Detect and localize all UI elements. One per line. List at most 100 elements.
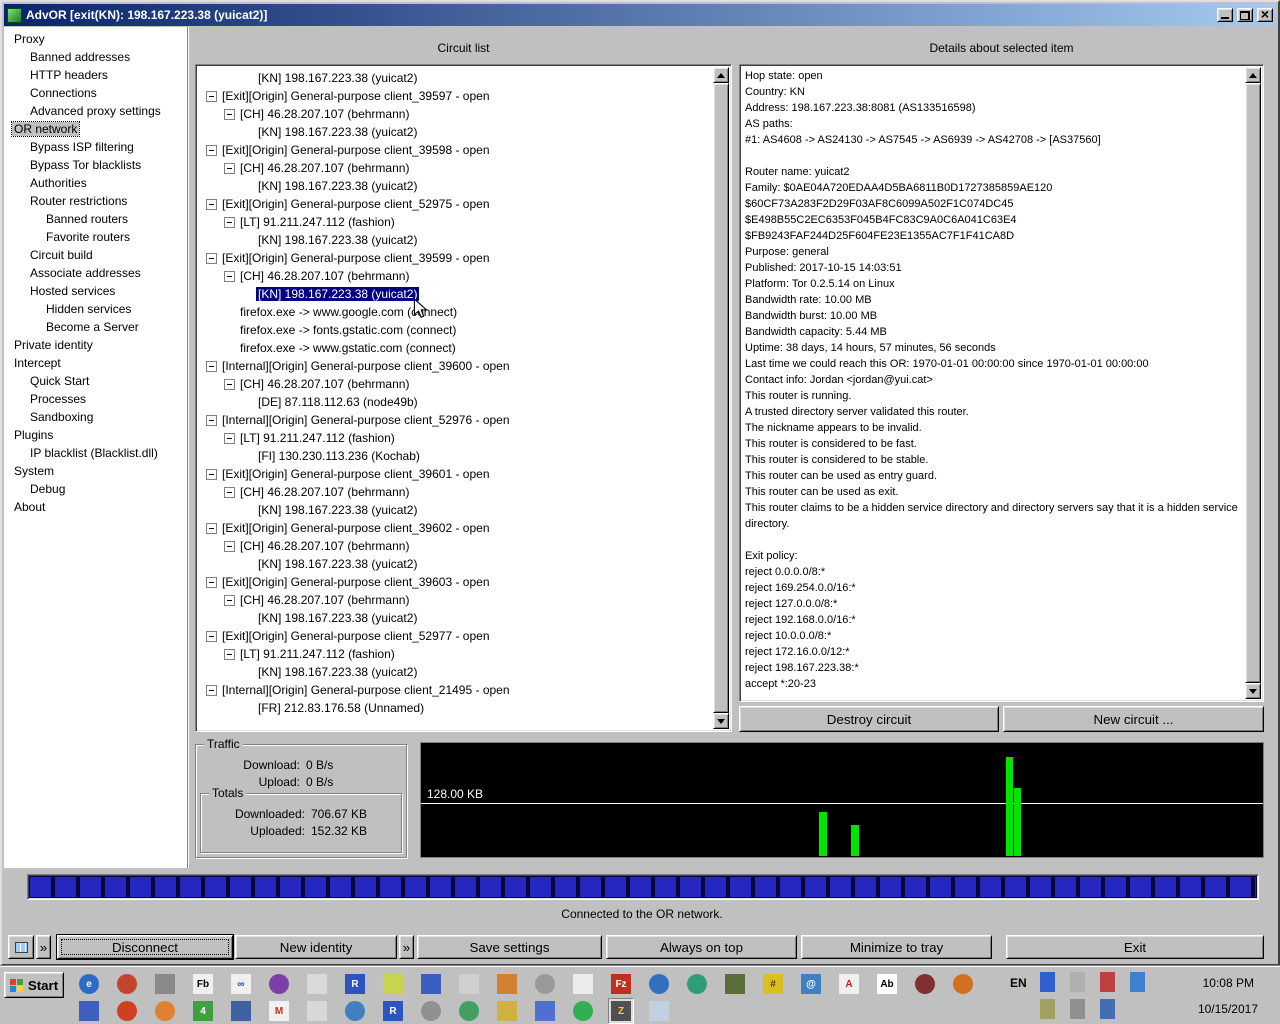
- tree-collapse-icon[interactable]: [206, 576, 217, 588]
- sidebar-item[interactable]: Processes: [4, 390, 187, 408]
- app-icon-8[interactable]: R: [342, 971, 368, 997]
- app-icon-b9[interactable]: R: [380, 998, 406, 1024]
- app-icon-17[interactable]: [684, 971, 710, 997]
- circuit-tree-item[interactable]: [FI] 130.230.113.236 (Kochab): [198, 447, 711, 465]
- sidebar-item[interactable]: Sandboxing: [4, 408, 187, 426]
- tree-collapse-icon[interactable]: [206, 90, 217, 102]
- mail-icon[interactable]: M: [266, 998, 292, 1024]
- sidebar-item[interactable]: OR network: [4, 120, 187, 138]
- circuit-tree-item[interactable]: [KN] 198.167.223.38 (yuicat2): [198, 285, 711, 303]
- scroll-thumb[interactable]: [713, 83, 729, 713]
- circuit-tree-item[interactable]: [DE] 87.118.112.63 (node49b): [198, 393, 711, 411]
- always-on-top-button[interactable]: Always on top: [606, 935, 797, 959]
- circuit-tree-item[interactable]: [Exit][Origin] General-purpose client_39…: [198, 573, 711, 591]
- app-icon-b5[interactable]: [228, 998, 254, 1024]
- sidebar-item[interactable]: Proxy: [4, 30, 187, 48]
- details-panel[interactable]: Hop state: open Country: KN Address: 198…: [739, 64, 1264, 702]
- circuit-tree-item[interactable]: [Exit][Origin] General-purpose client_39…: [198, 465, 711, 483]
- circuit-tree-item[interactable]: [Internal][Origin] General-purpose clien…: [198, 411, 711, 429]
- filezilla-taskbar-button[interactable]: Z: [608, 998, 634, 1024]
- app-icon-b3[interactable]: [152, 998, 178, 1024]
- tree-collapse-icon[interactable]: [224, 162, 235, 174]
- destroy-circuit-button[interactable]: Destroy circuit: [739, 706, 999, 732]
- app-icon-14[interactable]: [570, 971, 596, 997]
- scroll-thumb[interactable]: [1245, 83, 1261, 683]
- tree-collapse-icon[interactable]: [206, 360, 217, 372]
- filezilla-icon[interactable]: Fz: [608, 971, 634, 997]
- circuit-tree-item[interactable]: [Exit][Origin] General-purpose client_52…: [198, 195, 711, 213]
- app-icon-b4[interactable]: 4: [190, 998, 216, 1024]
- sidebar-item[interactable]: Hidden services: [4, 300, 187, 318]
- firebird-icon[interactable]: Fb: [190, 971, 216, 997]
- circuit-tree-item[interactable]: [FR] 212.83.176.58 (Unnamed): [198, 699, 711, 717]
- sidebar-item[interactable]: About: [4, 498, 187, 516]
- tree-collapse-icon[interactable]: [224, 108, 235, 120]
- scroll-down-button[interactable]: [1245, 683, 1261, 699]
- tree-collapse-icon[interactable]: [206, 468, 217, 480]
- tree-collapse-icon[interactable]: [206, 252, 217, 264]
- sidebar-item[interactable]: Connections: [4, 84, 187, 102]
- app-icon-23[interactable]: [912, 971, 938, 997]
- app-icon-b12[interactable]: [494, 998, 520, 1024]
- circuit-tree-item[interactable]: [KN] 198.167.223.38 (yuicat2): [198, 663, 711, 681]
- circuit-tree-item[interactable]: [KN] 198.167.223.38 (yuicat2): [198, 609, 711, 627]
- tree-collapse-icon[interactable]: [206, 198, 217, 210]
- tree-collapse-icon[interactable]: [224, 378, 235, 390]
- tray-monitor-icon[interactable]: [1130, 971, 1145, 992]
- app-icon-2[interactable]: [114, 971, 140, 997]
- app-icon-21[interactable]: A: [836, 971, 862, 997]
- circuit-tree-item[interactable]: [Exit][Origin] General-purpose client_39…: [198, 87, 711, 105]
- sidebar-item[interactable]: IP blacklist (Blacklist.dll): [4, 444, 187, 462]
- sidebar-item[interactable]: Become a Server: [4, 318, 187, 336]
- disconnect-button[interactable]: Disconnect: [56, 934, 234, 960]
- circuit-tree-item[interactable]: [CH] 46.28.207.107 (behrmann): [198, 537, 711, 555]
- sidebar-item[interactable]: Plugins: [4, 426, 187, 444]
- circuit-tree-item[interactable]: [Exit][Origin] General-purpose client_39…: [198, 249, 711, 267]
- tree-collapse-icon[interactable]: [224, 216, 235, 228]
- tray-gem-icon[interactable]: [1040, 971, 1055, 992]
- circuit-tree-item[interactable]: [CH] 46.28.207.107 (behrmann): [198, 159, 711, 177]
- circuit-tree-item[interactable]: [Exit][Origin] General-purpose client_52…: [198, 627, 711, 645]
- chevron-button-1[interactable]: »: [36, 935, 51, 959]
- circuit-tree-item[interactable]: [LT] 91.211.247.112 (fashion): [198, 213, 711, 231]
- tree-collapse-icon[interactable]: [224, 270, 235, 282]
- minimize-to-tray-button[interactable]: Minimize to tray: [801, 935, 992, 959]
- circuit-tree-item[interactable]: [Exit][Origin] General-purpose client_39…: [198, 519, 711, 537]
- tree-collapse-icon[interactable]: [224, 648, 235, 660]
- circuit-tree-item[interactable]: firefox.exe -> fonts.gstatic.com (connec…: [198, 321, 711, 339]
- app-icon-b1[interactable]: [76, 998, 102, 1024]
- circuit-tree-item[interactable]: [LT] 91.211.247.112 (fashion): [198, 429, 711, 447]
- app-icon-18[interactable]: [722, 971, 748, 997]
- details-scrollbar[interactable]: [1245, 67, 1261, 699]
- tree-collapse-icon[interactable]: [206, 630, 217, 642]
- tree-collapse-icon[interactable]: [224, 486, 235, 498]
- start-button[interactable]: Start: [4, 972, 64, 998]
- circuit-tree-item[interactable]: [KN] 198.167.223.38 (yuicat2): [198, 231, 711, 249]
- app-icon-b14[interactable]: [570, 998, 596, 1024]
- tree-collapse-icon[interactable]: [224, 594, 235, 606]
- circuit-tree-item[interactable]: [KN] 198.167.223.38 (yuicat2): [198, 69, 711, 87]
- tree-collapse-icon[interactable]: [206, 144, 217, 156]
- circuit-tree-item[interactable]: [Exit][Origin] General-purpose client_39…: [198, 141, 711, 159]
- app-icon-6[interactable]: [266, 971, 292, 997]
- circuit-tree-item[interactable]: [Internal][Origin] General-purpose clien…: [198, 681, 711, 699]
- exit-button[interactable]: Exit: [1006, 935, 1264, 959]
- title-bar[interactable]: AdvOR [exit(KN): 198.167.223.38 (yuicat2…: [4, 4, 1276, 26]
- scroll-up-button[interactable]: [1245, 67, 1261, 83]
- sidebar-item[interactable]: Associate addresses: [4, 264, 187, 282]
- sidebar-item[interactable]: Circuit build: [4, 246, 187, 264]
- sidebar-item[interactable]: Hosted services: [4, 282, 187, 300]
- circuit-tree-item[interactable]: firefox.exe -> www.gstatic.com (connect): [198, 339, 711, 357]
- sidebar-item[interactable]: Banned addresses: [4, 48, 187, 66]
- restore-button[interactable]: [1237, 8, 1253, 22]
- new-circuit-button[interactable]: New circuit ...: [1003, 706, 1264, 732]
- sidebar-item[interactable]: Advanced proxy settings: [4, 102, 187, 120]
- app-icon-16[interactable]: [646, 971, 672, 997]
- circuit-tree-item[interactable]: [CH] 46.28.207.107 (behrmann): [198, 483, 711, 501]
- tree-collapse-icon[interactable]: [206, 414, 217, 426]
- app-icon-b10[interactable]: [418, 998, 444, 1024]
- minimize-button[interactable]: [1217, 8, 1233, 22]
- sidebar-item[interactable]: Intercept: [4, 354, 187, 372]
- sidebar-item[interactable]: System: [4, 462, 187, 480]
- app-icon-12[interactable]: [494, 971, 520, 997]
